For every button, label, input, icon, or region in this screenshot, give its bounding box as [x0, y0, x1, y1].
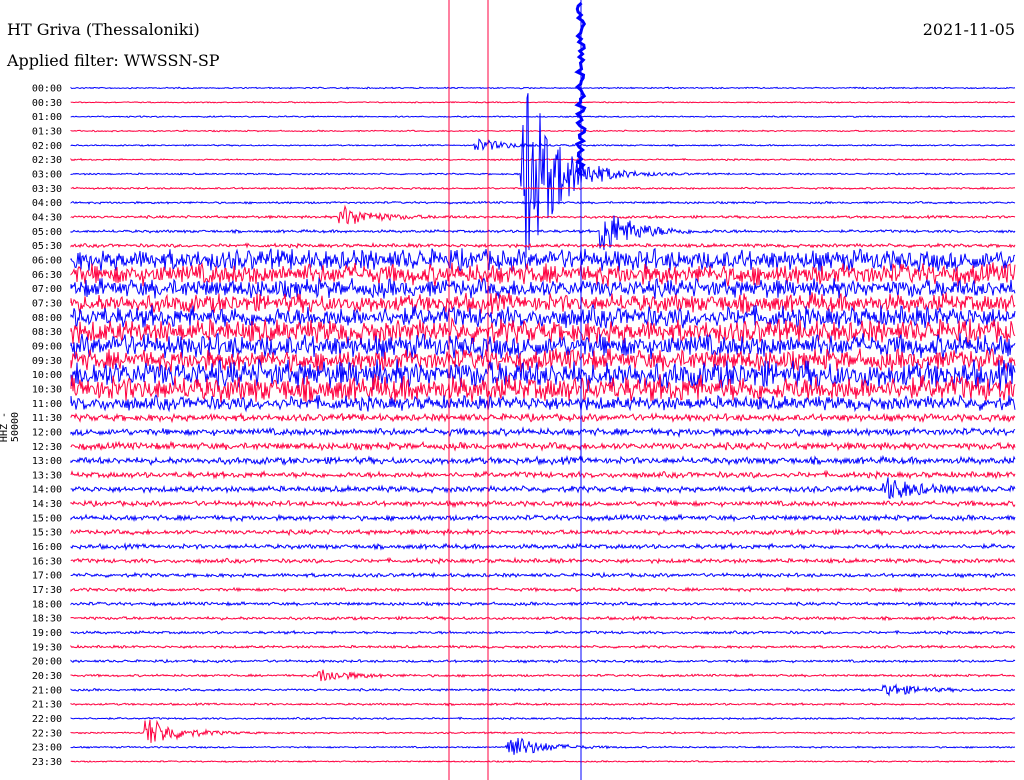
trace-row-0030 — [70, 100, 1016, 104]
row-tick-label: 14:00 — [32, 485, 62, 496]
trace-row-0430 — [70, 204, 1016, 225]
row-tick-label: 13:30 — [32, 470, 62, 481]
row-tick-label: 03:00 — [32, 169, 62, 180]
trace-row-1430 — [70, 499, 1016, 509]
row-tick-label: 15:00 — [32, 513, 62, 524]
row-tick-label: 12:00 — [32, 427, 62, 438]
trace-row-2230 — [70, 719, 1016, 743]
row-tick-label: 22:30 — [32, 728, 62, 739]
trace-row-0100 — [70, 115, 1016, 119]
trace-row-2100 — [70, 683, 1016, 697]
trace-row-2000 — [70, 658, 1016, 664]
row-tick-label: 11:30 — [32, 413, 62, 424]
trace-row-1930 — [70, 644, 1016, 650]
trace-row-0330 — [70, 186, 1016, 191]
trace-row-1730 — [70, 586, 1016, 593]
trace-row-1630 — [70, 556, 1016, 565]
row-tick-label: 01:30 — [32, 126, 62, 137]
row-tick-label: 12:30 — [32, 442, 62, 453]
trace-row-0200 — [70, 138, 1016, 151]
trace-row-1400 — [70, 477, 1016, 500]
row-tick-label: 16:30 — [32, 556, 62, 567]
trace-row-1800 — [70, 600, 1016, 608]
row-tick-label: 16:00 — [32, 542, 62, 553]
row-tick-label: 09:30 — [32, 356, 62, 367]
helicorder-plot: 00:00 00:30 01:00 01:30 02:00 02:30 03:00 03:30… — [32, 0, 1016, 780]
row-tick-label: 21:00 — [32, 685, 62, 696]
row-tick-label: 04:00 — [32, 198, 62, 209]
trace-row-0900 — [70, 332, 1016, 360]
trace-row-1330 — [70, 469, 1016, 480]
trace-row-0300 — [70, 93, 1016, 258]
row-tick-label: 07:30 — [32, 298, 62, 309]
row-tick-label: 05:00 — [32, 227, 62, 238]
row-tick-label: 14:30 — [32, 499, 62, 510]
trace-row-1130 — [70, 412, 1016, 424]
row-tick-label: 08:30 — [32, 327, 62, 338]
row-tick-label: 07:00 — [32, 284, 62, 295]
trace-row-0400 — [70, 200, 1016, 205]
trace-row-1200 — [70, 426, 1016, 439]
trace-row-1700 — [70, 571, 1016, 579]
row-tick-label: 23:30 — [32, 757, 62, 768]
row-tick-label: 10:00 — [32, 370, 62, 381]
trace-row-2200 — [70, 716, 1016, 721]
trace-row-1600 — [70, 542, 1016, 551]
row-tick-label: 09:00 — [32, 341, 62, 352]
row-tick-label: 05:30 — [32, 241, 62, 252]
row-tick-label: 19:00 — [32, 628, 62, 639]
trace-row-1300 — [70, 454, 1016, 467]
row-tick-label: 17:30 — [32, 585, 62, 596]
row-tick-label: 11:00 — [32, 399, 62, 410]
row-tick-label: 00:30 — [32, 98, 62, 109]
trace-row-2300 — [70, 737, 1016, 755]
row-tick-label: 13:00 — [32, 456, 62, 467]
row-tick-label: 18:00 — [32, 599, 62, 610]
row-tick-label: 23:00 — [32, 743, 62, 754]
row-tick-label: 17:00 — [32, 571, 62, 582]
trace-row-2130 — [70, 702, 1016, 707]
row-tick-label: 06:00 — [32, 255, 62, 266]
row-tick-label: 08:00 — [32, 313, 62, 324]
trace-row-1530 — [70, 527, 1016, 537]
row-tick-label: 10:30 — [32, 384, 62, 395]
trace-row-1900 — [70, 629, 1016, 636]
trace-row-0530 — [70, 242, 1016, 249]
row-tick-label: 06:30 — [32, 270, 62, 281]
row-tick-label: 20:30 — [32, 671, 62, 682]
row-tick-label: 18:30 — [32, 614, 62, 625]
row-tick-label: 22:00 — [32, 714, 62, 725]
row-tick-label: 04:30 — [32, 212, 62, 223]
trace-row-0600 — [70, 247, 1016, 273]
row-tick-label: 19:30 — [32, 642, 62, 653]
trace-row-0130 — [70, 129, 1016, 133]
row-tick-label: 21:30 — [32, 700, 62, 711]
trace-row-1830 — [70, 615, 1016, 622]
row-tick-label: 00:00 — [32, 84, 62, 95]
trace-row-1100 — [70, 393, 1016, 413]
row-tick-label: 01:00 — [32, 112, 62, 123]
row-tick-label: 15:30 — [32, 528, 62, 539]
trace-row-1500 — [70, 513, 1016, 523]
row-tick-label: 03:30 — [32, 184, 62, 195]
trace-row-2330 — [70, 760, 1015, 764]
trace-row-1230 — [70, 440, 1016, 452]
trace-row-2030 — [70, 669, 1016, 682]
row-tick-label: 20:00 — [32, 657, 62, 668]
trace-row-0000 — [70, 86, 1016, 90]
row-tick-label: 02:30 — [32, 155, 62, 166]
row-tick-label: 02:00 — [32, 141, 62, 152]
